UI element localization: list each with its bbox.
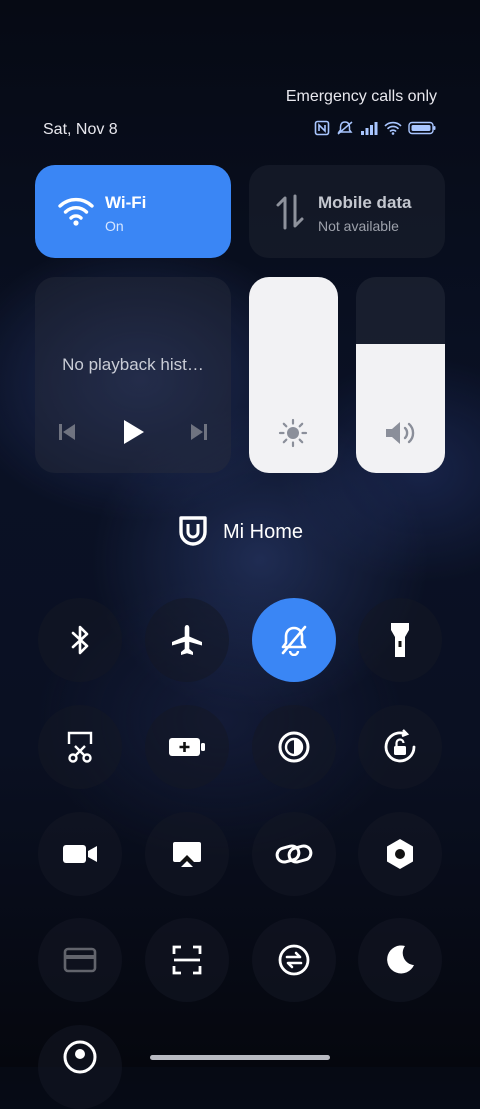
mi-home-label: Mi Home <box>222 520 303 543</box>
media-status: No playback hist… <box>62 355 204 374</box>
previous-icon[interactable] <box>56 421 78 443</box>
settings-hexagon-icon <box>387 839 413 869</box>
link-toggle[interactable] <box>252 812 336 896</box>
brightness-icon <box>278 418 308 448</box>
sync-toggle[interactable] <box>252 918 336 1002</box>
home-indicator[interactable] <box>150 1055 330 1060</box>
brightness-slider[interactable] <box>249 277 338 473</box>
emergency-status: Emergency calls only <box>285 88 437 105</box>
play-icon[interactable] <box>120 418 146 446</box>
wifi-status-icon <box>384 121 402 135</box>
mobile-data-icon <box>276 194 304 230</box>
scanner-icon <box>172 945 202 975</box>
card-toggle[interactable] <box>38 918 122 1002</box>
moon-icon <box>387 945 414 974</box>
date-label: Sat, Nov 8 <box>43 121 118 138</box>
night-mode-toggle[interactable] <box>358 918 442 1002</box>
nfc-icon <box>314 120 330 136</box>
mi-home-shortcut[interactable]: Mi Home <box>0 515 480 549</box>
volume-fill <box>356 343 445 473</box>
battery-saver-toggle[interactable] <box>145 705 229 789</box>
link-icon <box>275 844 313 864</box>
rotation-lock-toggle[interactable] <box>358 705 442 789</box>
battery-saver-icon <box>169 738 205 756</box>
video-camera-icon <box>63 845 97 863</box>
battery-icon <box>408 121 436 135</box>
signal-icon <box>361 122 378 135</box>
card-icon <box>63 947 97 973</box>
airplane-mode-toggle[interactable] <box>145 598 229 682</box>
rotation-lock-icon <box>384 729 416 763</box>
bluetooth-toggle[interactable] <box>38 598 122 682</box>
screenshot-scissors-icon <box>67 731 93 763</box>
wifi-state: On <box>105 218 124 234</box>
screen-recorder-toggle[interactable] <box>38 812 122 896</box>
scanner-toggle[interactable] <box>145 918 229 1002</box>
screenshot-toggle[interactable] <box>38 705 122 789</box>
silent-mode-toggle[interactable] <box>252 598 336 682</box>
volume-slider[interactable] <box>356 277 445 473</box>
sync-icon <box>278 944 310 976</box>
cast-toggle[interactable] <box>145 812 229 896</box>
dark-mode-icon <box>278 731 310 763</box>
wifi-tile[interactable]: Wi-Fi On <box>35 165 231 258</box>
cast-icon <box>173 842 201 867</box>
bluetooth-icon <box>71 625 89 655</box>
airplane-icon <box>172 625 202 655</box>
settings-toggle[interactable] <box>358 812 442 896</box>
wifi-title: Wi-Fi <box>105 193 147 212</box>
mobile-data-title: Mobile data <box>318 193 412 212</box>
dark-mode-toggle[interactable] <box>252 705 336 789</box>
silent-mode-icon <box>337 121 353 135</box>
silent-bell-icon <box>281 625 307 656</box>
media-controls <box>35 418 231 446</box>
location-toggle[interactable] <box>38 1025 122 1109</box>
flashlight-toggle[interactable] <box>358 598 442 682</box>
mobile-data-state: Not available <box>318 218 399 234</box>
location-pin-icon <box>63 1040 97 1074</box>
wifi-icon <box>58 197 94 226</box>
status-icons <box>314 120 436 136</box>
next-icon[interactable] <box>188 421 210 443</box>
flashlight-icon <box>391 623 409 657</box>
mobile-data-tile[interactable]: Mobile data Not available <box>249 165 445 258</box>
mi-home-icon <box>179 516 207 546</box>
volume-icon <box>386 422 415 444</box>
